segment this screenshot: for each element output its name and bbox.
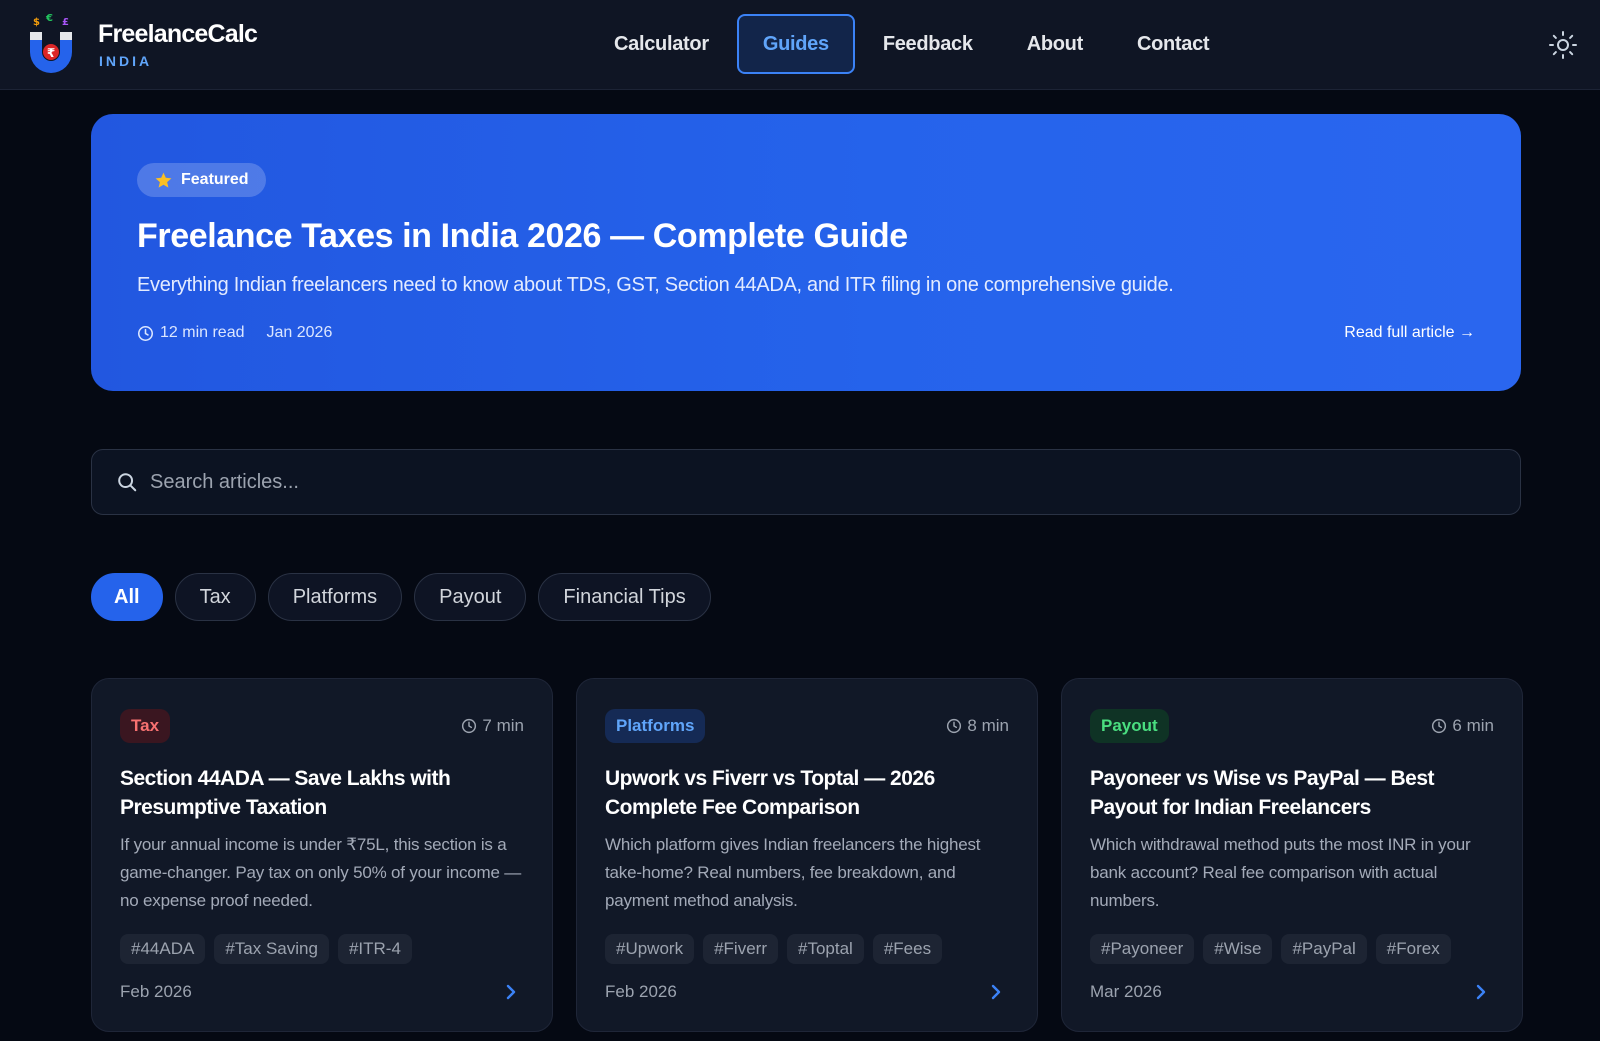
filter-all[interactable]: All bbox=[91, 573, 163, 621]
featured-meta: 12 min read Jan 2026 bbox=[137, 324, 332, 342]
tag-list: #44ADA #Tax Saving #ITR-4 bbox=[120, 934, 421, 964]
sun-icon[interactable] bbox=[1548, 30, 1578, 60]
article-card-platform-comparison[interactable]: Platforms 8 min Upwork vs Fiverr vs Topt… bbox=[576, 678, 1038, 1032]
clock-icon bbox=[1432, 718, 1447, 734]
nav-guides[interactable]: Guides bbox=[736, 14, 855, 74]
featured-date: Jan 2026 bbox=[266, 324, 333, 341]
svg-text:$: $ bbox=[33, 17, 40, 28]
chevron-right-icon[interactable] bbox=[504, 983, 518, 1001]
search-icon bbox=[118, 473, 137, 492]
tag[interactable]: #Tax Saving bbox=[214, 934, 329, 964]
tag[interactable]: #Upwork bbox=[605, 934, 695, 964]
category-badge: Platforms bbox=[605, 709, 706, 743]
article-title[interactable]: Payoneer vs Wise vs PayPal — Best Payout… bbox=[1090, 764, 1500, 822]
article-grid: Tax 7 min Section 44ADA — Save Lakhs wit… bbox=[91, 678, 1523, 1032]
filter-payout[interactable]: Payout bbox=[414, 573, 527, 621]
clock-icon bbox=[947, 718, 962, 734]
article-card-payout-comparison[interactable]: Payout 6 min Payoneer vs Wise vs PayPal … bbox=[1061, 678, 1523, 1032]
tag[interactable]: #Payoneer bbox=[1090, 934, 1195, 964]
chevron-right-icon[interactable] bbox=[1474, 983, 1488, 1001]
read-time: 7 min bbox=[461, 716, 524, 736]
svg-text:€: € bbox=[45, 13, 53, 24]
tag[interactable]: #ITR-4 bbox=[337, 934, 412, 964]
filter-financial-tips[interactable]: Financial Tips bbox=[538, 573, 711, 621]
category-badge: Payout bbox=[1090, 709, 1169, 743]
read-time-label: 7 min bbox=[482, 716, 524, 735]
search-input[interactable] bbox=[150, 450, 1520, 514]
read-full-article-link[interactable]: Read full article → bbox=[1344, 324, 1475, 342]
article-description: Which platform gives Indian freelancers … bbox=[605, 835, 981, 910]
filter-platforms[interactable]: Platforms bbox=[267, 573, 403, 621]
tag[interactable]: #Wise bbox=[1203, 934, 1273, 964]
magnet-logo-icon[interactable]: ₹ $ € £ bbox=[24, 12, 78, 74]
read-time-label: 6 min bbox=[1452, 716, 1494, 735]
nav-contact[interactable]: Contact bbox=[1111, 14, 1235, 74]
article-date: Feb 2026 bbox=[605, 982, 677, 1001]
nav-feedback[interactable]: Feedback bbox=[857, 14, 999, 74]
featured-badge: Featured bbox=[137, 163, 266, 197]
site-header: ₹ $ € £ FreelanceCalc INDIA Calculator G… bbox=[0, 0, 1600, 90]
tag[interactable]: #44ADA bbox=[120, 934, 206, 964]
category-filters: All Tax Platforms Payout Financial Tips bbox=[91, 573, 723, 621]
brand-name[interactable]: FreelanceCalc bbox=[98, 20, 258, 49]
tag[interactable]: #PayPal bbox=[1281, 934, 1367, 964]
featured-description: Everything Indian freelancers need to kn… bbox=[137, 274, 1174, 296]
featured-read-time: 12 min read bbox=[160, 324, 245, 341]
tag[interactable]: #Forex bbox=[1375, 934, 1451, 964]
nav-calculator[interactable]: Calculator bbox=[588, 14, 735, 74]
article-date: Feb 2026 bbox=[120, 982, 192, 1001]
read-time: 6 min bbox=[1431, 716, 1494, 736]
filter-tax[interactable]: Tax bbox=[174, 573, 256, 621]
tag-list: #Payoneer #Wise #PayPal #Forex bbox=[1090, 934, 1460, 964]
chevron-right-icon[interactable] bbox=[989, 983, 1003, 1001]
read-time-label: 8 min bbox=[967, 716, 1009, 735]
category-badge: Tax bbox=[120, 709, 171, 743]
svg-text:₹: ₹ bbox=[47, 46, 55, 60]
featured-article-card[interactable]: Featured Freelance Taxes in India 2026 —… bbox=[91, 114, 1521, 391]
article-description: If your annual income is under ₹75L, thi… bbox=[120, 835, 522, 910]
main-nav: Calculator Guides Feedback About Contact bbox=[588, 14, 1237, 74]
tag-list: #Upwork #Fiverr #Toptal #Fees bbox=[605, 934, 951, 964]
nav-about[interactable]: About bbox=[1001, 14, 1109, 74]
featured-badge-label: Featured bbox=[181, 171, 249, 188]
svg-text:£: £ bbox=[62, 17, 69, 28]
tag[interactable]: #Toptal bbox=[787, 934, 864, 964]
clock-icon bbox=[462, 718, 477, 734]
tag[interactable]: #Fiverr bbox=[703, 934, 778, 964]
article-description: Which withdrawal method puts the most IN… bbox=[1090, 835, 1471, 910]
search-bar bbox=[91, 449, 1521, 515]
clock-icon bbox=[137, 325, 154, 341]
tag[interactable]: #Fees bbox=[872, 934, 943, 964]
article-title[interactable]: Upwork vs Fiverr vs Toptal — 2026 Comple… bbox=[605, 764, 1015, 822]
article-date: Mar 2026 bbox=[1090, 982, 1162, 1001]
article-card-section-44ada[interactable]: Tax 7 min Section 44ADA — Save Lakhs wit… bbox=[91, 678, 553, 1032]
read-time: 8 min bbox=[946, 716, 1009, 736]
article-title[interactable]: Section 44ADA — Save Lakhs with Presumpt… bbox=[120, 764, 530, 822]
featured-title[interactable]: Freelance Taxes in India 2026 — Complete… bbox=[137, 217, 908, 256]
brand-subtitle: INDIA bbox=[99, 53, 153, 69]
star-icon bbox=[155, 172, 172, 188]
